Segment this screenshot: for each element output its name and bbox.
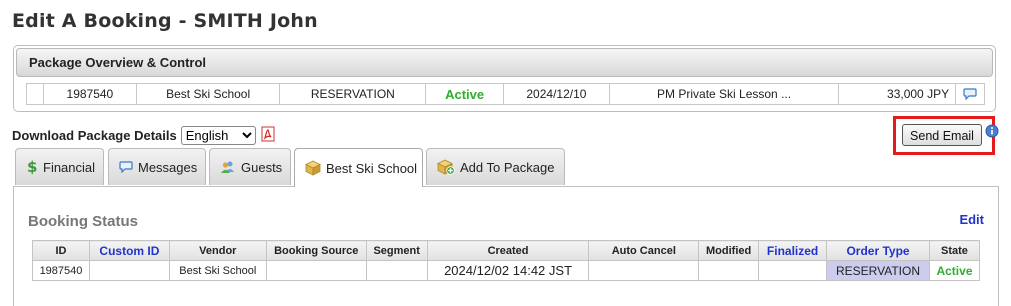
cell-finalized	[758, 260, 828, 281]
package-vendor: Best Ski School	[137, 84, 281, 104]
pdf-icon[interactable]	[261, 126, 275, 145]
package-status: Active	[445, 86, 485, 102]
dollar-icon: $	[26, 159, 38, 175]
table-row[interactable]: 1987540 Best Ski School 2024/12/02 14:42…	[32, 260, 981, 281]
column-header-segment: Segment	[365, 240, 428, 261]
tab-label: Best Ski School	[326, 160, 418, 176]
tab-financial[interactable]: $ Financial	[15, 148, 104, 185]
package-price: 33,000 JPY	[839, 84, 957, 104]
language-select[interactable]: English	[180, 125, 256, 145]
package-overview-header: Package Overview & Control	[16, 48, 993, 77]
send-email-button[interactable]: Send Email	[902, 124, 982, 146]
cell-id: 1987540	[32, 260, 90, 281]
column-header-id: ID	[32, 240, 90, 261]
column-header-finalized[interactable]: Finalized	[758, 240, 828, 261]
cell-created: 2024/12/02 14:42 JST	[426, 260, 590, 281]
package-box-icon	[305, 160, 321, 176]
users-icon	[220, 160, 236, 174]
speech-bubble-icon	[119, 161, 133, 173]
column-header-vendor: Vendor	[168, 240, 267, 261]
package-row-spacer	[27, 84, 44, 104]
tab-content-panel: Booking Status Edit ID Custom ID Vendor …	[13, 186, 999, 306]
tab-label: Messages	[138, 159, 198, 175]
chat-bubble-icon[interactable]	[956, 84, 984, 104]
info-icon[interactable]	[985, 124, 999, 143]
svg-text:$: $	[27, 159, 37, 175]
booking-status-title: Booking Status	[28, 213, 139, 230]
package-row[interactable]: 1987540 Best Ski School RESERVATION Acti…	[26, 83, 985, 105]
cell-modified	[698, 260, 760, 281]
package-description[interactable]: PM Private Ski Lesson ...	[610, 84, 840, 104]
tab-label: Guests	[241, 159, 283, 175]
cell-segment	[365, 260, 428, 281]
edit-link[interactable]: Edit	[959, 212, 984, 227]
page-title: Edit A Booking - SMITH John	[12, 10, 318, 32]
cell-custom-id	[88, 260, 170, 281]
column-header-booking-source: Booking Source	[265, 240, 367, 261]
column-header-created: Created	[426, 240, 590, 261]
column-header-state: State	[928, 240, 981, 261]
booking-status-table: ID Custom ID Vendor Booking Source Segme…	[32, 240, 981, 281]
column-header-auto-cancel: Auto Cancel	[588, 240, 700, 261]
download-package-details: Download Package Details English	[12, 125, 275, 145]
column-header-custom-id[interactable]: Custom ID	[88, 240, 170, 261]
tab-add-to-package[interactable]: Add To Package	[426, 148, 565, 185]
tab-label: Financial	[43, 159, 96, 175]
tab-guests[interactable]: Guests	[209, 148, 291, 185]
cell-auto-cancel	[588, 260, 700, 281]
add-package-icon	[437, 159, 455, 175]
tab-label: Add To Package	[460, 159, 555, 175]
column-header-order-type[interactable]: Order Type	[826, 240, 930, 261]
package-overview-panel: Package Overview & Control 1987540 Best …	[13, 45, 996, 112]
download-label: Download Package Details	[12, 127, 177, 143]
cell-order-type: RESERVATION	[826, 260, 930, 281]
booking-status-header-row: ID Custom ID Vendor Booking Source Segme…	[32, 240, 981, 261]
cell-booking-source	[265, 260, 367, 281]
cell-state: Active	[928, 260, 981, 281]
tab-best-ski-school[interactable]: Best Ski School	[294, 148, 423, 187]
package-type: RESERVATION	[280, 84, 427, 104]
package-id: 1987540	[44, 84, 137, 104]
cell-vendor: Best Ski School	[168, 260, 267, 281]
column-header-modified: Modified	[698, 240, 760, 261]
package-date: 2024/12/10	[504, 84, 610, 104]
tab-messages[interactable]: Messages	[108, 148, 206, 185]
